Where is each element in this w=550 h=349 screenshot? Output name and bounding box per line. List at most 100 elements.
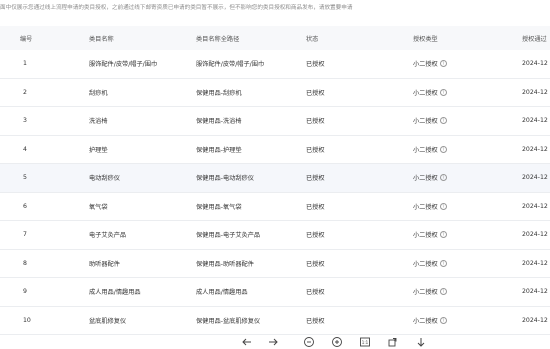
cell-category-name: 成人用品/情趣用品 — [89, 289, 141, 297]
info-icon[interactable]: ? — [439, 202, 447, 210]
download-icon[interactable] — [414, 335, 428, 349]
image-viewer-toolbar: 1:1 — [0, 335, 550, 349]
cell-category-path: 保健用品-刮痧机 — [196, 89, 242, 97]
header-auth-type: 授权类型 — [413, 35, 438, 43]
cell-category-path: 保健用品-电子艾灸产品 — [196, 232, 261, 240]
cell-number: 3 — [23, 117, 27, 125]
cell-number: 4 — [23, 145, 27, 153]
cell-auth-type: 小二授权? — [413, 79, 503, 107]
auth-type-label: 小二授权 — [413, 289, 438, 297]
info-icon[interactable]: ? — [439, 60, 447, 68]
auth-type-label: 小二授权 — [413, 175, 438, 183]
fit-screen-label: 1:1 — [362, 340, 369, 345]
zoom-out-icon[interactable] — [302, 335, 316, 349]
header-number: 编号 — [20, 35, 33, 43]
cell-auth-time: 2024-12 — [522, 259, 548, 267]
cell-auth-time: 2024-12 — [522, 202, 548, 210]
cell-category-name: 刮痧机 — [89, 89, 108, 97]
cell-auth-type: 小二授权? — [413, 221, 503, 249]
cell-category-path: 保健用品-氧气袋 — [196, 203, 242, 211]
cell-status: 已授权 — [306, 175, 325, 183]
info-icon[interactable]: ? — [439, 231, 447, 239]
auth-type-label: 小二授权 — [413, 89, 438, 97]
cell-category-path: 服饰配件/皮带/帽子/围巾 — [196, 61, 265, 69]
cell-auth-time: 2024-12 — [522, 316, 548, 324]
table-body: 1 服饰配件/皮带/帽子/围巾 服饰配件/皮带/帽子/围巾 已授权 小二授权? 2024-… — [0, 50, 550, 335]
info-icon[interactable]: ? — [439, 316, 447, 324]
table-row: 3 洗浴椅 保健用品-洗浴椅 已授权 小二授权? 2024-12 — [0, 107, 550, 136]
cell-status: 已授权 — [306, 203, 325, 211]
cell-category-name: 电子艾灸产品 — [89, 232, 127, 240]
cell-number: 8 — [23, 259, 27, 267]
cell-auth-time: 2024-12 — [522, 174, 548, 182]
auth-type-label: 小二授权 — [413, 232, 438, 240]
table-row: 5 电动刮痧仪 保健用品-电动刮痧仪 已授权 小二授权? 2024-12 — [0, 164, 550, 193]
cell-category-path: 保健用品-电动刮痧仪 — [196, 175, 254, 183]
cell-category-name: 助听器配件 — [89, 260, 120, 268]
cell-auth-time: 2024-12 — [522, 60, 548, 68]
cell-auth-type: 小二授权? — [413, 250, 503, 278]
rotate-icon[interactable] — [386, 335, 400, 349]
cell-status: 已授权 — [306, 89, 325, 97]
cell-category-name: 氧气袋 — [89, 203, 108, 211]
auth-type-label: 小二授权 — [413, 317, 438, 325]
cell-status: 已授权 — [306, 289, 325, 297]
cell-auth-time: 2024-12 — [522, 88, 548, 96]
cell-category-name: 盆底肌修复仪 — [89, 317, 127, 325]
table-row: 8 助听器配件 保健用品-助听器配件 已授权 小二授权? 2024-12 — [0, 250, 550, 278]
header-name: 类目名称 — [89, 35, 114, 43]
cell-auth-type: 小二授权? — [413, 193, 503, 221]
cell-auth-type: 小二授权? — [413, 50, 503, 78]
cell-number: 2 — [23, 88, 27, 96]
arrow-right-icon[interactable] — [266, 335, 280, 349]
cell-number: 10 — [23, 316, 31, 324]
table-row: 1 服饰配件/皮带/帽子/围巾 服饰配件/皮带/帽子/围巾 已授权 小二授权? 2024-… — [0, 50, 550, 79]
cell-status: 已授权 — [306, 260, 325, 268]
cell-category-name: 服饰配件/皮带/帽子/围巾 — [89, 61, 158, 69]
cell-category-path: 保健用品-盆底肌修复仪 — [196, 317, 261, 325]
cell-auth-type: 小二授权? — [413, 164, 503, 192]
cell-category-name: 洗浴椅 — [89, 118, 108, 126]
cell-auth-time: 2024-12 — [522, 288, 548, 296]
cell-number: 9 — [23, 288, 27, 296]
cell-auth-time: 2024-12 — [522, 231, 548, 239]
cell-status: 已授权 — [306, 317, 325, 325]
table-row: 6 氧气袋 保健用品-氧气袋 已授权 小二授权? 2024-12 — [0, 193, 550, 221]
cell-status: 已授权 — [306, 232, 325, 240]
fit-screen-icon[interactable]: 1:1 — [358, 335, 372, 349]
cell-status: 已授权 — [306, 146, 325, 154]
table-row: 4 护理垫 保健用品-护理垫 已授权 小二授权? 2024-12 — [0, 136, 550, 164]
table-row: 10 盆底肌修复仪 保健用品-盆底肌修复仪 已授权 小二授权? 2024-12 — [0, 307, 550, 335]
auth-type-label: 小二授权 — [413, 260, 438, 268]
header-full-path: 类目名称全路径 — [196, 35, 240, 43]
info-icon[interactable]: ? — [439, 288, 447, 296]
cell-number: 5 — [23, 174, 27, 182]
cell-auth-time: 2024-12 — [522, 117, 548, 125]
cell-auth-type: 小二授权? — [413, 307, 503, 335]
info-icon[interactable]: ? — [439, 259, 447, 267]
auth-type-label: 小二授权 — [413, 203, 438, 211]
cell-status: 已授权 — [306, 61, 325, 69]
table-row: 9 成人用品/情趣用品 成人用品/情趣用品 已授权 小二授权? 2024-12 — [0, 278, 550, 307]
info-icon[interactable]: ? — [439, 145, 447, 153]
cell-number: 6 — [23, 202, 27, 210]
table-row: 2 刮痧机 保健用品-刮痧机 已授权 小二授权? 2024-12 — [0, 79, 550, 107]
zoom-in-icon[interactable] — [330, 335, 344, 349]
table-row: 7 电子艾灸产品 保健用品-电子艾灸产品 已授权 小二授权? 2024-12 — [0, 221, 550, 250]
info-icon[interactable]: ? — [439, 117, 447, 125]
auth-type-label: 小二授权 — [413, 118, 438, 126]
cell-category-path: 保健用品-助听器配件 — [196, 260, 254, 268]
info-icon[interactable]: ? — [439, 88, 447, 96]
cell-category-name: 电动刮痧仪 — [89, 175, 120, 183]
authorization-table: 编号 类目名称 类目名称全路径 状态 授权类型 授权通过 1 服饰配件/皮带/帽子… — [0, 26, 550, 335]
table-header: 编号 类目名称 类目名称全路径 状态 授权类型 授权通过 — [0, 26, 550, 50]
auth-type-label: 小二授权 — [413, 61, 438, 69]
cell-auth-time: 2024-12 — [522, 145, 548, 153]
cell-auth-type: 小二授权? — [413, 107, 503, 135]
cell-category-name: 护理垫 — [89, 146, 108, 154]
notice-text: 面中仅展示您通过线上流程申请的类目授权，之前通过线下邮寄资质已申请的类目暂不展示… — [0, 5, 353, 11]
arrow-left-icon[interactable] — [240, 335, 254, 349]
info-icon[interactable]: ? — [439, 174, 447, 182]
cell-status: 已授权 — [306, 118, 325, 126]
cell-category-path: 保健用品-洗浴椅 — [196, 118, 242, 126]
